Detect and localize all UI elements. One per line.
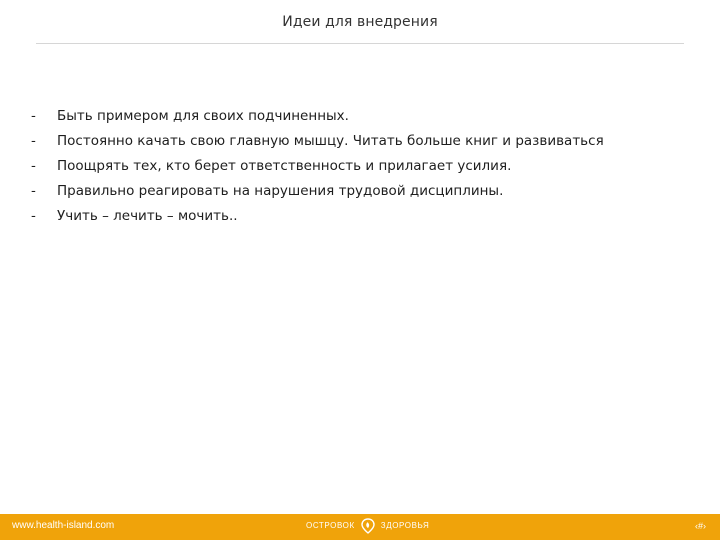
bullet-item: - Правильно реагировать на нарушения тру… [30, 179, 690, 204]
page-number: ‹#› [695, 521, 706, 531]
bullet-marker: - [31, 133, 36, 149]
bullet-marker: - [31, 108, 36, 124]
footer-brand-logo: ОСТРОВОК ЗДОРОВЬЯ [306, 518, 429, 534]
slide-title: Идеи для внедрения [282, 14, 438, 30]
slide: Идеи для внедрения - Быть примером для с… [0, 0, 720, 540]
brand-word-left: ОСТРОВОК [306, 521, 355, 530]
pin-leaf-icon [361, 518, 375, 534]
bullet-list: - Быть примером для своих подчиненных. -… [30, 104, 690, 229]
footer-url-link[interactable]: www.health-island.com [12, 520, 114, 531]
bullet-marker: - [31, 183, 36, 199]
bullet-item: - Постоянно качать свою главную мышцу. Ч… [30, 129, 690, 154]
bullet-text: Правильно реагировать на нарушения трудо… [57, 183, 504, 199]
bullet-text: Постоянно качать свою главную мышцу. Чит… [57, 133, 604, 149]
bullet-marker: - [31, 208, 36, 224]
title-divider [36, 43, 684, 44]
bullet-text: Быть примером для своих подчиненных. [57, 108, 349, 124]
bullet-item: - Учить – лечить – мочить.. [30, 204, 690, 229]
footer-bar: www.health-island.com ОСТРОВОК ЗДОРОВЬЯ … [0, 514, 720, 540]
bullet-text: Поощрять тех, кто берет ответственность … [57, 158, 512, 174]
bullet-text: Учить – лечить – мочить.. [57, 208, 238, 224]
brand-word-right: ЗДОРОВЬЯ [380, 521, 430, 530]
bullet-marker: - [31, 158, 36, 174]
bullet-item: - Быть примером для своих подчиненных. [30, 104, 690, 129]
bullet-item: - Поощрять тех, кто берет ответственност… [30, 154, 690, 179]
